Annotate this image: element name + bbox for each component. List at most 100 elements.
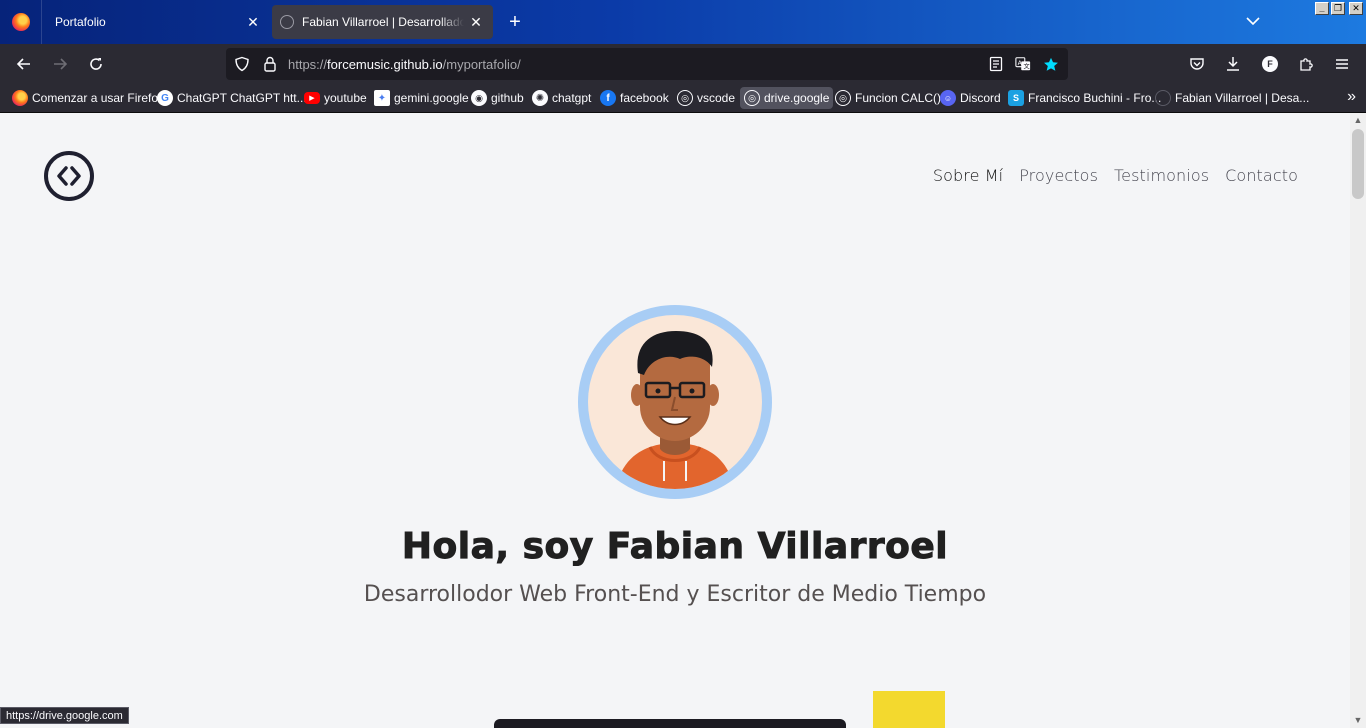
more-bookmarks-icon[interactable]: » bbox=[1347, 88, 1356, 106]
reader-view-icon[interactable] bbox=[988, 56, 1004, 72]
url-bar[interactable]: https://forcemusic.github.io/myportafoli… bbox=[226, 48, 1068, 80]
url-text[interactable]: https://forcemusic.github.io/myportafoli… bbox=[288, 57, 521, 72]
puzzle-icon bbox=[1300, 58, 1313, 71]
bookmark-label: drive.google bbox=[764, 91, 830, 105]
bookmarks-toolbar: Comenzar a usar Firefox G ChatGPT ChatGP… bbox=[0, 84, 1366, 113]
chevron-down-icon bbox=[1246, 16, 1260, 25]
new-tab-button[interactable]: + bbox=[503, 10, 527, 34]
url-host: forcemusic.github.io bbox=[327, 57, 443, 72]
nav-sobre-mi[interactable]: Sobre Mí bbox=[933, 166, 1003, 185]
status-link-tooltip: https://drive.google.com bbox=[0, 707, 129, 724]
globe-icon: ◎ bbox=[744, 90, 760, 106]
close-window-button[interactable]: ✕ bbox=[1349, 2, 1363, 15]
lock-icon[interactable] bbox=[262, 56, 278, 72]
close-icon[interactable]: ✕ bbox=[464, 10, 488, 34]
firefox-icon bbox=[11, 13, 30, 31]
reload-icon bbox=[90, 58, 102, 70]
downloads-button[interactable] bbox=[1221, 52, 1245, 76]
bookmark-chatgpt[interactable]: ✺ chatgpt bbox=[528, 87, 595, 109]
bookmark-label: gemini.google bbox=[394, 91, 469, 105]
bookmark-vscode[interactable]: ◎ vscode bbox=[673, 87, 739, 109]
shield-icon[interactable] bbox=[234, 56, 250, 72]
bookmark-francisco-buchini[interactable]: S Francisco Buchini - Fro... bbox=[1004, 87, 1165, 109]
firefox-menu-button[interactable] bbox=[0, 0, 42, 44]
tab-fabian-villarroel[interactable]: Fabian Villarroel | Desarrollador Web Fr… bbox=[272, 5, 493, 39]
bookmark-label: Discord bbox=[960, 91, 1001, 105]
tab-title: Fabian Villarroel | Desarrollador Web Fr… bbox=[302, 15, 464, 29]
minimize-button[interactable]: _ bbox=[1315, 2, 1329, 15]
site-nav: Sobre Mí Proyectos Testimonios Contacto bbox=[933, 166, 1298, 185]
bookmark-fabian-villarroel[interactable]: Fabian Villarroel | Desa... bbox=[1151, 87, 1313, 109]
arrow-left-icon bbox=[16, 58, 30, 70]
bookmark-drive-google[interactable]: ◎ drive.google bbox=[740, 87, 834, 109]
github-icon: ◉ bbox=[471, 90, 487, 106]
tab-strip: Portafolio ✕ Fabian Villarroel | Desarro… bbox=[0, 0, 1366, 44]
arrow-right-icon bbox=[54, 58, 68, 70]
svg-text:文: 文 bbox=[1023, 62, 1030, 70]
forward-button[interactable] bbox=[48, 52, 72, 76]
site-logo[interactable] bbox=[44, 151, 94, 201]
bookmark-gemini[interactable]: ✦ gemini.google bbox=[370, 87, 473, 109]
scrollbar-thumb[interactable] bbox=[1352, 129, 1364, 199]
code-brackets-icon bbox=[57, 166, 81, 186]
facebook-icon: f bbox=[600, 90, 616, 106]
hamburger-icon bbox=[1336, 59, 1348, 69]
tab-title: Portafolio bbox=[55, 15, 106, 29]
download-icon bbox=[1227, 57, 1239, 71]
bookmark-comenzar-firefox[interactable]: Comenzar a usar Firefox bbox=[8, 87, 168, 109]
bookmark-label: ChatGPT ChatGPT htt... bbox=[177, 91, 307, 105]
project-card-top bbox=[494, 719, 846, 728]
bookmark-label: vscode bbox=[697, 91, 736, 105]
close-icon[interactable]: ✕ bbox=[241, 10, 265, 34]
decorative-block bbox=[873, 691, 945, 728]
bookmark-label: facebook bbox=[620, 91, 669, 105]
bookmark-label: Comenzar a usar Firefox bbox=[32, 91, 165, 105]
gemini-icon: ✦ bbox=[374, 90, 390, 106]
bookmark-label: github bbox=[491, 91, 524, 105]
nav-contacto[interactable]: Contacto bbox=[1225, 166, 1298, 185]
site-icon: S bbox=[1008, 90, 1024, 106]
nav-proyectos[interactable]: Proyectos bbox=[1019, 166, 1098, 185]
chatgpt-icon: ✺ bbox=[532, 90, 548, 106]
tab-portafolio[interactable]: Portafolio ✕ bbox=[42, 0, 270, 44]
url-path: /myportafolio/ bbox=[442, 57, 521, 72]
google-icon: G bbox=[157, 90, 173, 106]
nav-testimonios[interactable]: Testimonios bbox=[1114, 166, 1209, 185]
reload-button[interactable] bbox=[84, 52, 108, 76]
pocket-icon bbox=[1190, 58, 1204, 70]
app-menu-button[interactable] bbox=[1330, 52, 1354, 76]
back-button[interactable] bbox=[12, 52, 36, 76]
page-viewport: Sobre Mí Proyectos Testimonios Contacto bbox=[0, 113, 1350, 728]
discord-icon: ☺ bbox=[940, 90, 956, 106]
extensions-button[interactable] bbox=[1294, 52, 1318, 76]
bookmark-label: Funcion CALC() bbox=[855, 91, 942, 105]
avatar: F bbox=[1262, 56, 1278, 72]
bookmark-youtube[interactable]: ▶ youtube bbox=[300, 87, 371, 109]
bookmark-facebook[interactable]: f facebook bbox=[596, 87, 673, 109]
bookmark-discord[interactable]: ☺ Discord bbox=[936, 87, 1005, 109]
vertical-scrollbar[interactable]: ▲ ▼ bbox=[1350, 113, 1366, 728]
pocket-button[interactable] bbox=[1185, 52, 1209, 76]
youtube-icon: ▶ bbox=[304, 92, 320, 104]
bookmark-funcion-calc[interactable]: ◎ Funcion CALC() bbox=[831, 87, 945, 109]
scroll-up-icon[interactable]: ▲ bbox=[1353, 115, 1363, 125]
restore-button[interactable]: ❐ bbox=[1331, 2, 1345, 15]
page-title: Hola, soy Fabian Villarroel bbox=[401, 526, 949, 568]
translate-icon[interactable]: A文 bbox=[1015, 56, 1031, 72]
bookmark-label: youtube bbox=[324, 91, 367, 105]
bookmark-label: Francisco Buchini - Fro... bbox=[1028, 91, 1162, 105]
bookmark-github[interactable]: ◉ github bbox=[467, 87, 528, 109]
bookmark-chatgpt-google[interactable]: G ChatGPT ChatGPT htt... bbox=[153, 87, 311, 109]
bookmark-label: chatgpt bbox=[552, 91, 592, 105]
avatar-illustration bbox=[588, 315, 762, 489]
bookmark-star-icon[interactable] bbox=[1043, 56, 1059, 72]
scroll-down-icon[interactable]: ▼ bbox=[1353, 715, 1363, 725]
firefox-icon bbox=[12, 90, 28, 106]
list-all-tabs-button[interactable] bbox=[1242, 10, 1264, 32]
url-prefix: https:// bbox=[288, 57, 328, 72]
account-button[interactable]: F bbox=[1258, 52, 1282, 76]
globe-icon: ◎ bbox=[835, 90, 851, 106]
portfolio-icon bbox=[1155, 90, 1171, 106]
avatar bbox=[578, 305, 772, 499]
bookmark-label: Fabian Villarroel | Desa... bbox=[1175, 91, 1310, 105]
